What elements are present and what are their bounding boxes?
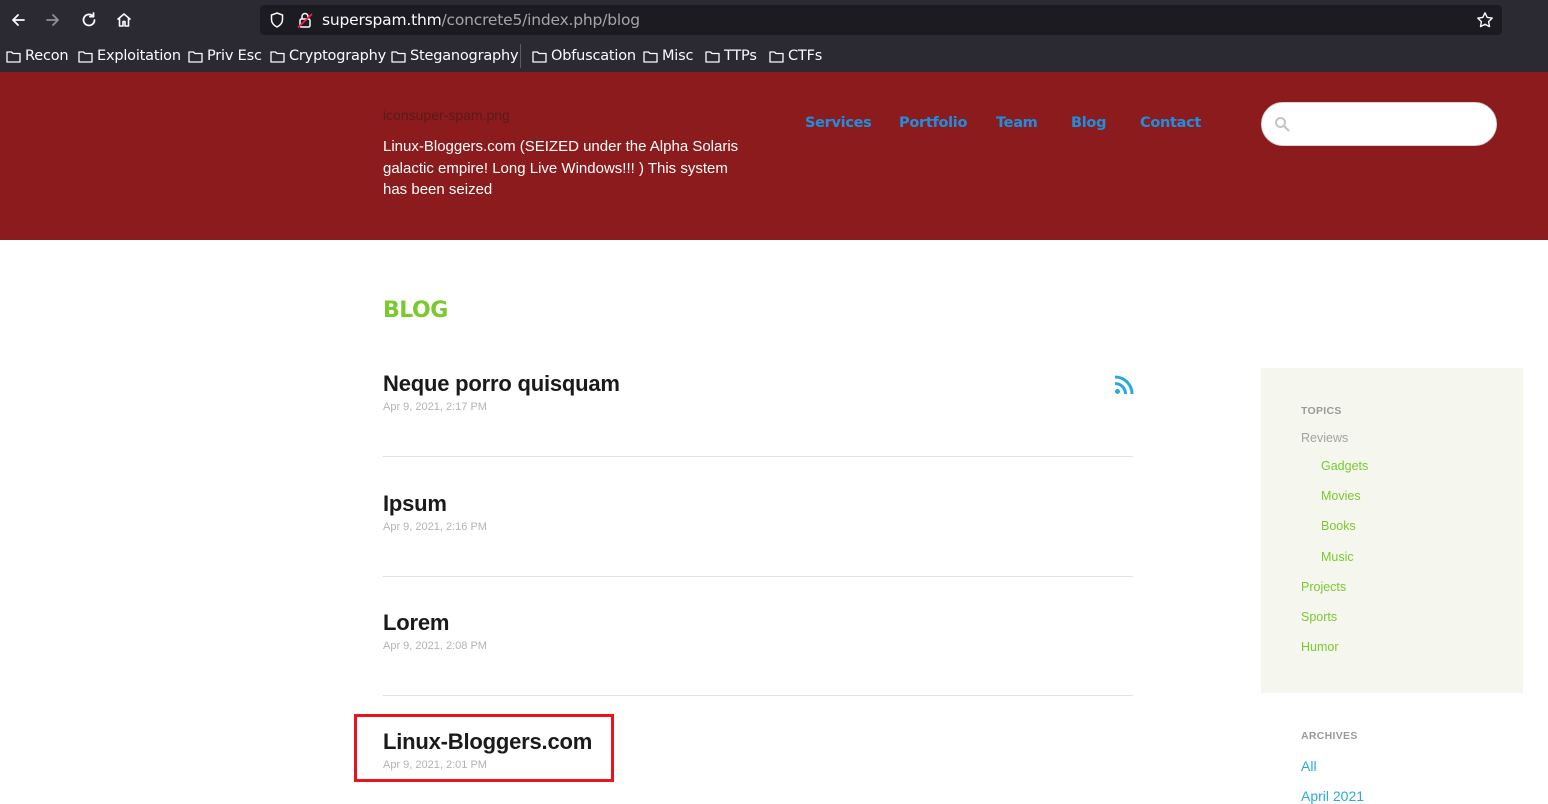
bookmark-priv-esc[interactable]: Priv Esc (188, 46, 262, 66)
url-text[interactable]: superspam.thm/concrete5/index.php/blog (322, 11, 640, 29)
bookmark-separator (520, 44, 521, 68)
blog-post: Ipsum Apr 9, 2021, 2:16 PM (383, 491, 1133, 533)
forward-button[interactable] (39, 6, 67, 34)
home-button[interactable] (110, 6, 138, 34)
folder-icon (78, 50, 93, 63)
topic-gadgets[interactable]: Gadgets (1321, 459, 1368, 473)
post-divider (383, 456, 1133, 457)
highlight-annotation (354, 714, 614, 782)
topic-projects[interactable]: Projects (1301, 580, 1346, 594)
bookmark-ctfs[interactable]: CTFs (769, 46, 822, 66)
bookmark-label: Cryptography (289, 48, 387, 64)
nav-portfolio[interactable]: Portfolio (899, 115, 967, 131)
archives-heading: ARCHIVES (1301, 730, 1358, 742)
bookmark-label: CTFs (788, 48, 823, 64)
post-date: Apr 9, 2021, 2:08 PM (383, 640, 487, 652)
archive-april-2021[interactable]: April 2021 (1301, 788, 1364, 804)
address-bar[interactable]: superspam.thm/concrete5/index.php/blog (260, 5, 1502, 35)
url-path: /concrete5/index.php/blog (441, 11, 641, 29)
topic-humor[interactable]: Humor (1301, 640, 1339, 654)
folder-icon (6, 50, 21, 63)
lock-icon[interactable] (296, 11, 314, 29)
post-title[interactable]: Neque porro quisquam (383, 371, 1133, 397)
bookmark-misc[interactable]: Misc (643, 46, 693, 66)
folder-icon (643, 50, 658, 63)
post-title[interactable]: Ipsum (383, 491, 1133, 517)
bookmark-star-icon[interactable] (1476, 11, 1494, 29)
folder-icon (769, 50, 784, 63)
home-icon (116, 13, 132, 27)
bookmark-label: Recon (25, 48, 69, 64)
reload-icon (82, 12, 96, 27)
post-title[interactable]: Lorem (383, 610, 1133, 636)
search-icon (1275, 117, 1290, 132)
folder-icon (188, 50, 203, 63)
topic-movies[interactable]: Movies (1321, 489, 1361, 503)
blog-post: Neque porro quisquam Apr 9, 2021, 2:17 P… (383, 371, 1133, 413)
post-date: Apr 9, 2021, 2:17 PM (383, 401, 487, 413)
bookmark-obfuscation[interactable]: Obfuscation (532, 46, 636, 66)
post-divider (383, 695, 1133, 696)
post-date: Apr 9, 2021, 2:16 PM (383, 521, 487, 533)
blog-post: Lorem Apr 9, 2021, 2:08 PM (383, 610, 1133, 652)
post-divider (383, 576, 1133, 577)
nav-blog[interactable]: Blog (1071, 115, 1106, 131)
topic-reviews[interactable]: Reviews (1301, 431, 1348, 445)
forward-icon (46, 14, 59, 26)
folder-icon (532, 50, 547, 63)
bookmark-label: Misc (662, 48, 694, 64)
folder-icon (391, 50, 406, 63)
bookmark-exploitation[interactable]: Exploitation (78, 46, 181, 66)
site-logo[interactable]: iconsuper-spam.png (383, 107, 510, 123)
site-description: Linux-Bloggers.com (SEIZED under the Alp… (383, 138, 739, 198)
topics-heading: TOPICS (1301, 405, 1342, 417)
topic-music[interactable]: Music (1321, 550, 1354, 564)
back-button[interactable] (4, 6, 32, 34)
bookmark-label: TTPs (724, 48, 757, 64)
page-title: BLOG (383, 298, 448, 323)
bookmark-label: Priv Esc (207, 48, 262, 64)
nav-team[interactable]: Team (996, 115, 1038, 131)
bookmark-label: Exploitation (97, 48, 181, 64)
bookmark-cryptography[interactable]: Cryptography (270, 46, 386, 66)
archive-all[interactable]: All (1301, 758, 1317, 774)
folder-icon (270, 50, 285, 63)
bookmark-label: Obfuscation (551, 48, 636, 64)
topic-books[interactable]: Books (1321, 519, 1356, 533)
nav-services[interactable]: Services (805, 115, 872, 131)
topic-sports[interactable]: Sports (1301, 610, 1337, 624)
url-host: superspam.thm (322, 11, 442, 29)
nav-contact[interactable]: Contact (1140, 115, 1201, 131)
bookmark-recon[interactable]: Recon (6, 46, 69, 66)
sidebar-topics: TOPICS Reviews Gadgets Movies Books Musi… (1261, 368, 1523, 693)
folder-icon (705, 50, 720, 63)
shield-icon[interactable] (268, 11, 286, 29)
search-input[interactable] (1261, 102, 1497, 146)
bookmark-steganography[interactable]: Steganography (391, 46, 519, 66)
bookmark-ttps[interactable]: TTPs (705, 46, 757, 66)
bookmark-label: Steganography (410, 48, 519, 64)
reload-button[interactable] (75, 6, 103, 34)
site-header: iconsuper-spam.png Linux-Bloggers.com (S… (0, 72, 1548, 240)
back-icon (12, 14, 25, 26)
